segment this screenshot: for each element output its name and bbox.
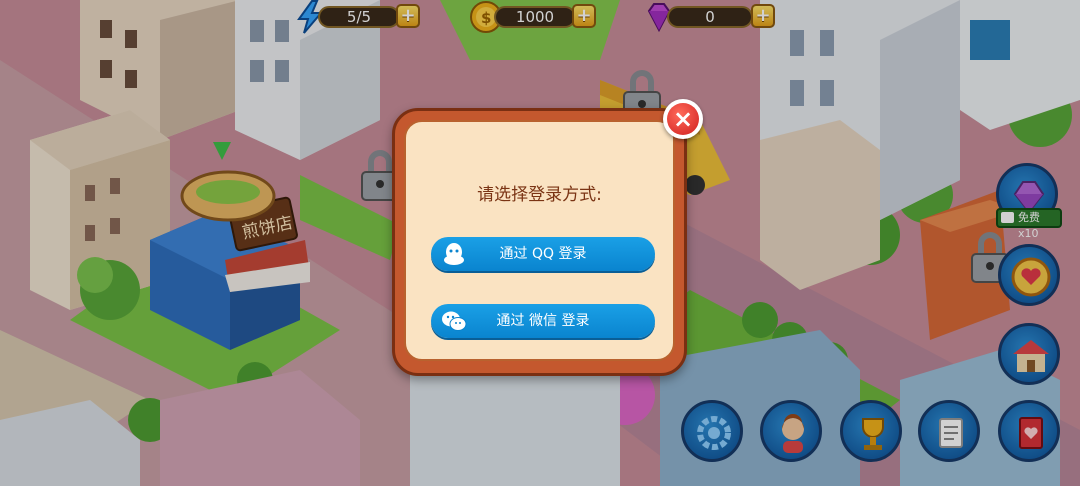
qq-login-button[interactable]: 通过 QQ 登录 [431,237,655,271]
dialog-title: 请选择登录方式: [477,185,602,205]
qq-login-label: 通过 QQ 登录 [499,246,587,262]
wechat-login-label: 通过 微信 登录 [496,313,590,329]
close-dialog-button[interactable]: × [663,99,703,139]
close-glyph: × [672,105,694,133]
login-dialog-panel: 请选择登录方式: 通过 QQ 登录 通过 微信 登录 [404,120,675,361]
login-dialog: 请选择登录方式: 通过 QQ 登录 通过 微信 登录 [392,108,687,376]
wechat-login-button[interactable]: 通过 微信 登录 [431,304,655,338]
